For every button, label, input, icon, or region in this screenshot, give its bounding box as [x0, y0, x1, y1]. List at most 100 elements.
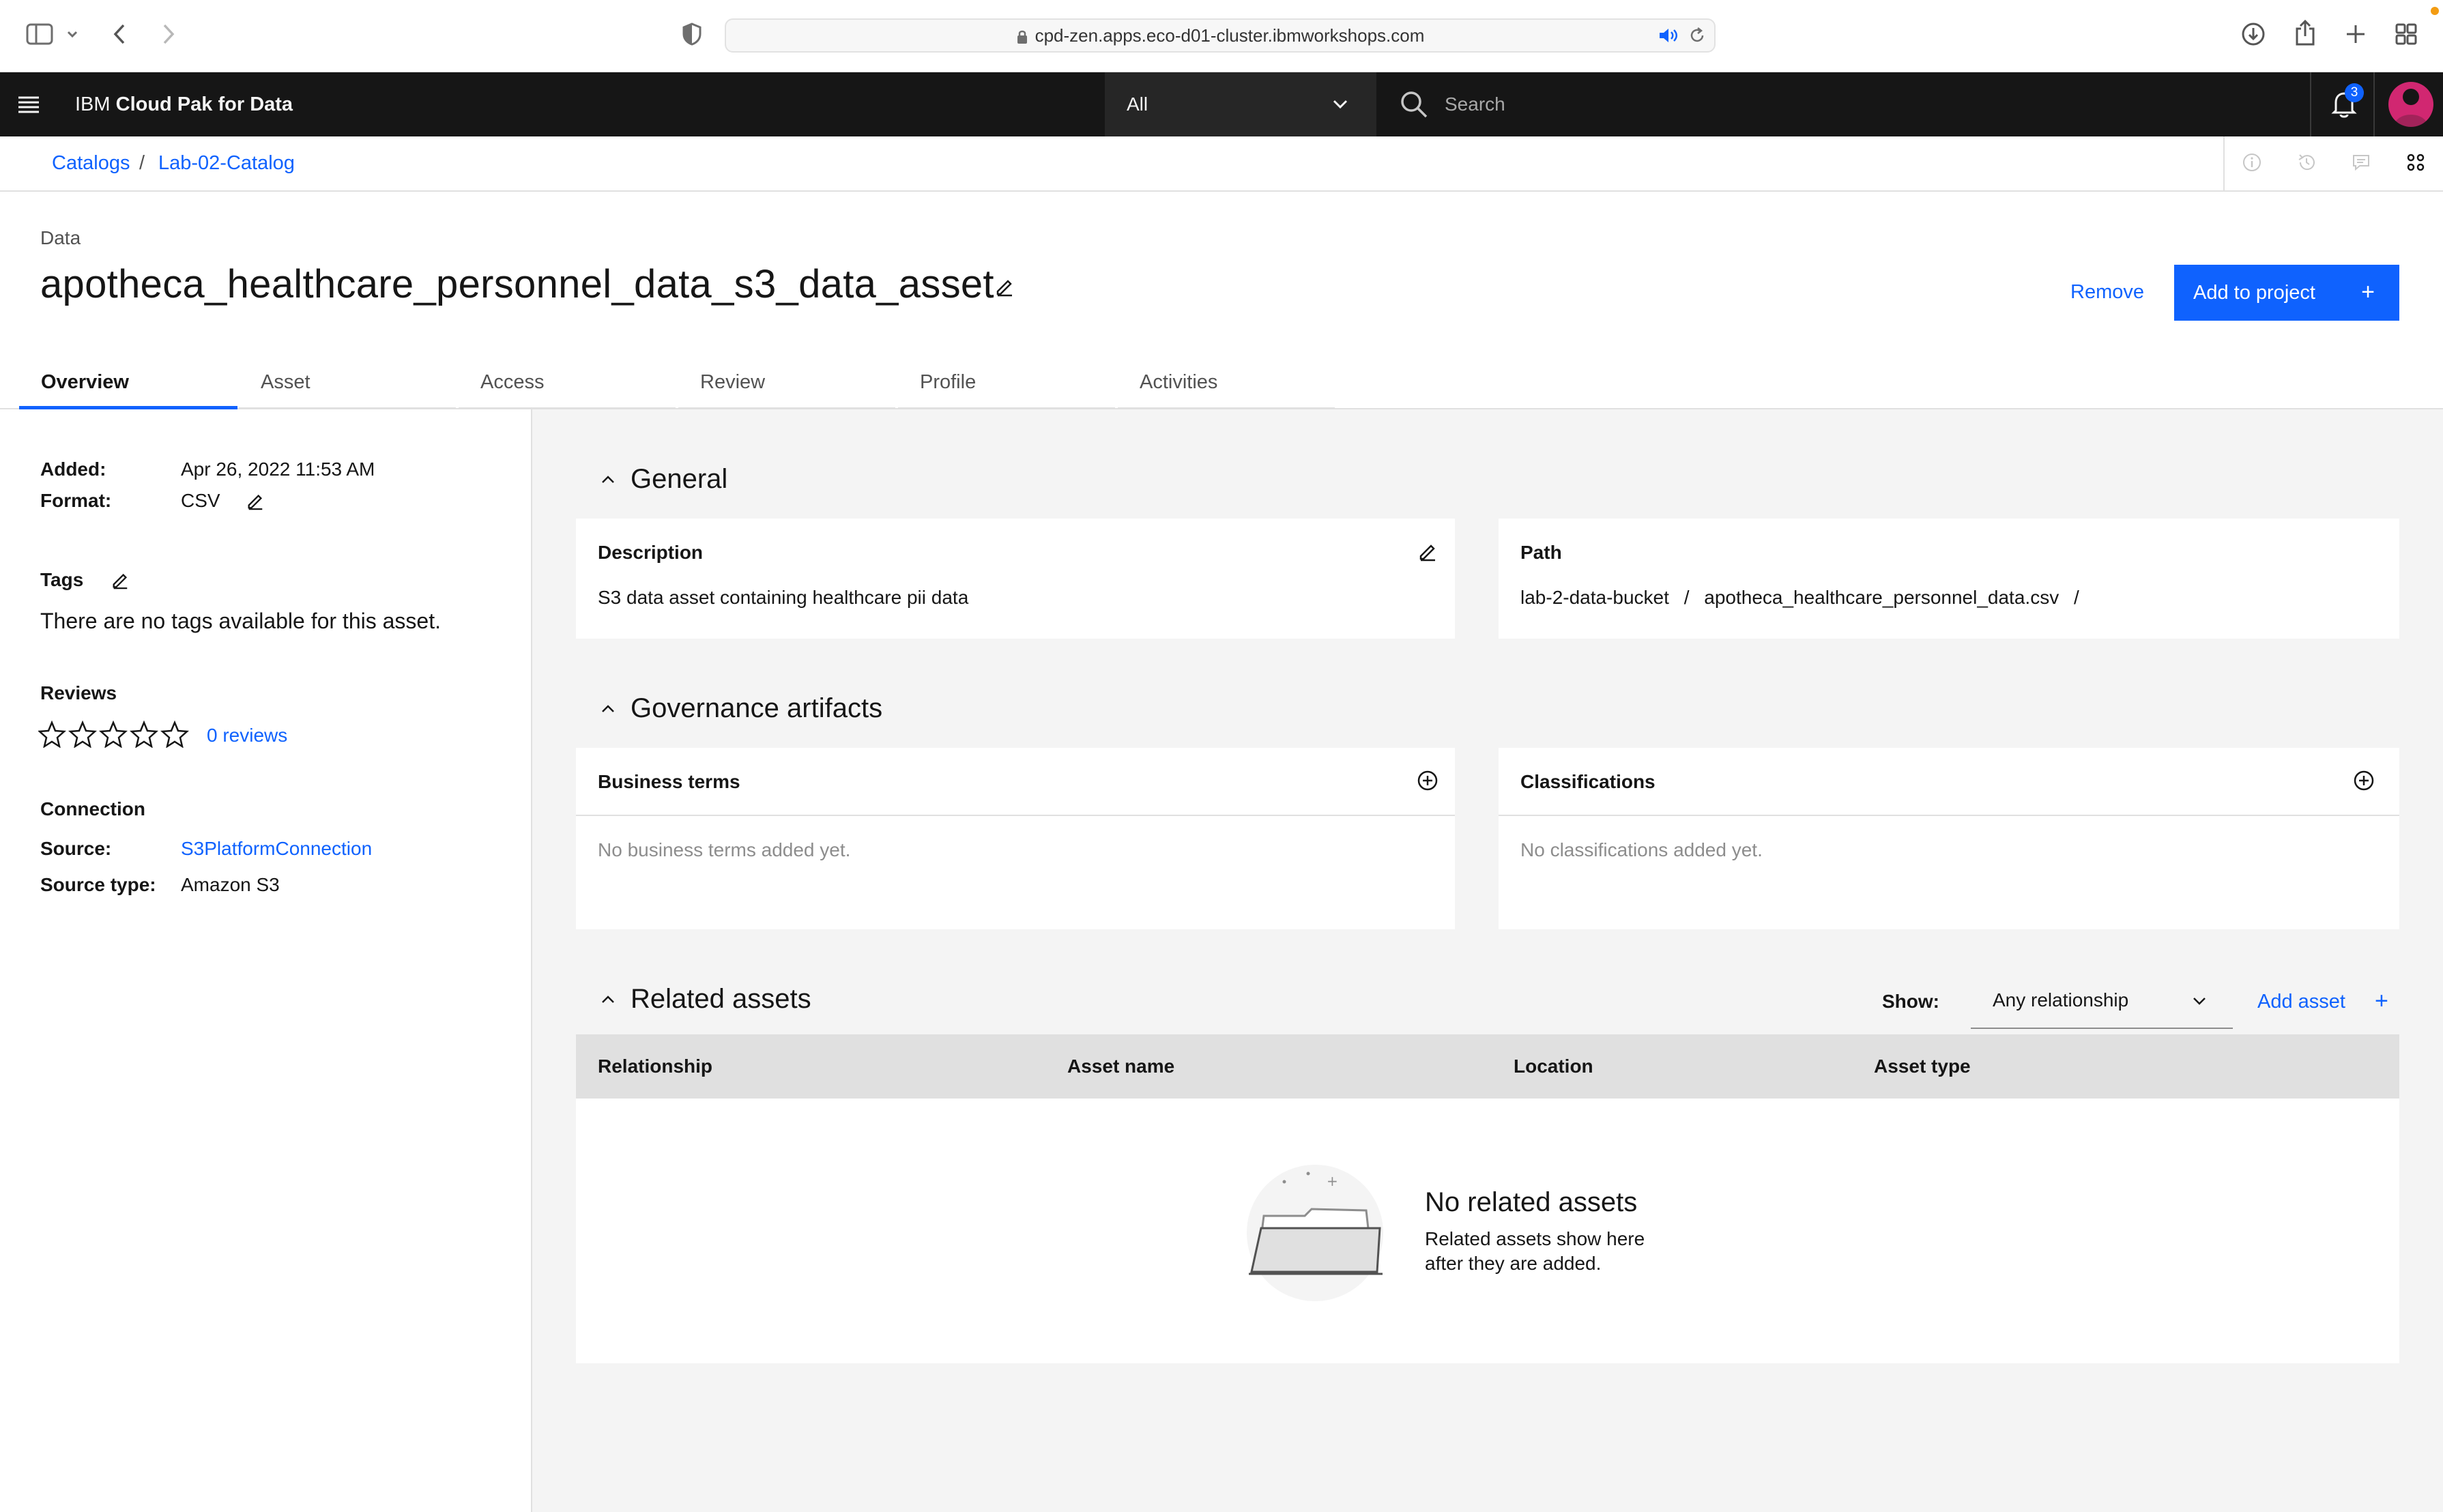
back-icon[interactable]: [109, 20, 130, 48]
notification-count-badge: 3: [2345, 83, 2364, 102]
add-to-project-button[interactable]: Add to project +: [2174, 265, 2399, 321]
tab-review[interactable]: Review: [678, 362, 895, 409]
download-icon[interactable]: [2240, 20, 2267, 48]
overview-main: General Description S3 data asset contai…: [532, 409, 2443, 1512]
column-header-relationship[interactable]: Relationship: [598, 1034, 712, 1099]
info-icon[interactable]: [2240, 150, 2264, 175]
breadcrumb-link-catalogs[interactable]: Catalogs: [52, 136, 130, 190]
share-icon[interactable]: [2292, 18, 2319, 48]
comment-icon[interactable]: [2349, 150, 2373, 175]
added-value: Apr 26, 2022 11:53 AM: [181, 459, 375, 480]
brand-prefix: IBM: [75, 93, 111, 115]
column-header-asset-type[interactable]: Asset type: [1874, 1034, 1971, 1099]
tab-asset[interactable]: Asset: [239, 362, 456, 409]
tags-label: Tags: [40, 569, 84, 590]
column-header-location[interactable]: Location: [1514, 1034, 1593, 1099]
chevron-up-icon: [598, 469, 618, 490]
properties-icon[interactable]: [2403, 150, 2428, 175]
source-link[interactable]: S3PlatformConnection: [181, 838, 372, 860]
page-title: apotheca_healthcare_personnel_data_s3_da…: [40, 262, 994, 306]
browser-toolbar: cpd-zen.apps.eco-d01-cluster.ibmworkshop…: [0, 0, 2443, 72]
forward-icon[interactable]: [158, 20, 179, 48]
reviews-link[interactable]: 0 reviews: [207, 725, 287, 746]
description-text: S3 data asset containing healthcare pii …: [598, 587, 969, 608]
svg-text:+: +: [1327, 1173, 1338, 1189]
path-separator: /: [1683, 587, 1690, 608]
empty-state-text: after they are added.: [1425, 1253, 1602, 1274]
edit-format-icon[interactable]: [243, 489, 268, 513]
path-separator: /: [2073, 587, 2079, 608]
header-divider: [2373, 72, 2375, 136]
empty-state-title: No related assets: [1425, 1187, 1638, 1217]
search-input[interactable]: Search: [1376, 72, 2310, 136]
tab-profile[interactable]: Profile: [898, 362, 1115, 409]
relationship-filter-value: Any relationship: [1993, 989, 2129, 1011]
star-icon: [98, 721, 128, 748]
classifications-title: Classifications: [1520, 771, 1656, 792]
app-brand[interactable]: IBM Cloud Pak for Data: [75, 72, 293, 136]
app-header: IBM Cloud Pak for Data All Search: [0, 72, 2443, 136]
url-value: cpd-zen.apps.eco-d01-cluster.ibmworkshop…: [1035, 25, 1425, 46]
history-icon[interactable]: [2294, 150, 2319, 175]
governance-heading: Governance artifacts: [631, 693, 883, 723]
classifications-card: Classifications No classifications added…: [1499, 748, 2399, 929]
address-bar[interactable]: cpd-zen.apps.eco-d01-cluster.ibmworkshop…: [725, 18, 1716, 53]
card-divider: [1499, 815, 2399, 816]
edit-description-icon[interactable]: [1414, 538, 1441, 565]
shield-icon[interactable]: [680, 20, 704, 48]
chevron-up-icon: [598, 699, 618, 719]
add-business-term-icon[interactable]: [1414, 767, 1441, 794]
breadcrumb: Catalogs / Lab-02-Catalog: [0, 136, 2443, 192]
breadcrumb-link-catalog[interactable]: Lab-02-Catalog: [158, 136, 295, 190]
edit-tags-icon[interactable]: [108, 568, 132, 592]
asset-kind-label: Data: [40, 227, 81, 248]
menu-icon[interactable]: [15, 91, 42, 118]
chevron-down-icon[interactable]: [66, 26, 79, 42]
star-icon: [68, 721, 98, 748]
business-terms-title: Business terms: [598, 771, 740, 792]
description-title: Description: [598, 542, 704, 563]
tab-overview[interactable]: Overview: [19, 362, 237, 409]
search-icon: [1398, 89, 1430, 120]
sidebar-toggle-icon[interactable]: [25, 20, 55, 48]
star-icon: [160, 721, 190, 748]
edit-title-icon[interactable]: [991, 273, 1018, 300]
reload-icon[interactable]: [1687, 25, 1707, 46]
path-file: apotheca_healthcare_personnel_data.csv: [1704, 587, 2059, 608]
tab-activities[interactable]: Activities: [1118, 362, 1335, 409]
path-value: lab-2-data-bucket / apotheca_healthcare_…: [1520, 587, 2089, 609]
related-section-toggle[interactable]: Related assets: [598, 984, 871, 1018]
audio-icon[interactable]: [1657, 25, 1679, 46]
governance-section-toggle[interactable]: Governance artifacts: [598, 693, 939, 727]
path-card: Path lab-2-data-bucket / apotheca_health…: [1499, 519, 2399, 639]
search-scope-value: All: [1127, 93, 1148, 115]
search-placeholder: Search: [1445, 93, 1505, 115]
breadcrumb-separator: /: [139, 152, 145, 174]
general-section-toggle[interactable]: General: [598, 464, 803, 498]
tab-access[interactable]: Access: [459, 362, 676, 409]
remove-button[interactable]: Remove: [2070, 281, 2144, 304]
avatar[interactable]: [2388, 82, 2433, 127]
description-card: Description S3 data asset containing hea…: [576, 519, 1455, 639]
reviews-label: Reviews: [40, 682, 117, 703]
tab-overview-icon[interactable]: [2393, 20, 2420, 48]
related-table-header: Relationship Asset name Location Asset t…: [576, 1034, 2399, 1099]
business-terms-card: Business terms No business terms added y…: [576, 748, 1455, 929]
add-asset-button[interactable]: Add asset +: [2257, 988, 2394, 1018]
details-panel: Added: Apr 26, 2022 11:53 AM Format: CSV…: [0, 409, 532, 1512]
source-label: Source:: [40, 838, 112, 859]
column-header-asset-name[interactable]: Asset name: [1067, 1034, 1174, 1099]
connection-label: Connection: [40, 798, 145, 819]
tags-empty-text: There are no tags available for this ass…: [40, 609, 441, 633]
new-tab-icon[interactable]: [2342, 20, 2369, 48]
show-label: Show:: [1882, 991, 1939, 1012]
empty-folder-illustration: +: [1243, 1161, 1387, 1305]
relationship-filter-dropdown[interactable]: Any relationship: [1971, 973, 2233, 1029]
brand-name: Cloud Pak for Data: [115, 93, 293, 115]
browser-status-dot: [2431, 7, 2439, 15]
search-scope-dropdown[interactable]: All: [1105, 72, 1376, 136]
add-to-project-label: Add to project: [2193, 282, 2315, 304]
format-label: Format:: [40, 490, 112, 511]
plus-icon: +: [2361, 279, 2375, 305]
add-classification-icon[interactable]: [2350, 767, 2377, 794]
